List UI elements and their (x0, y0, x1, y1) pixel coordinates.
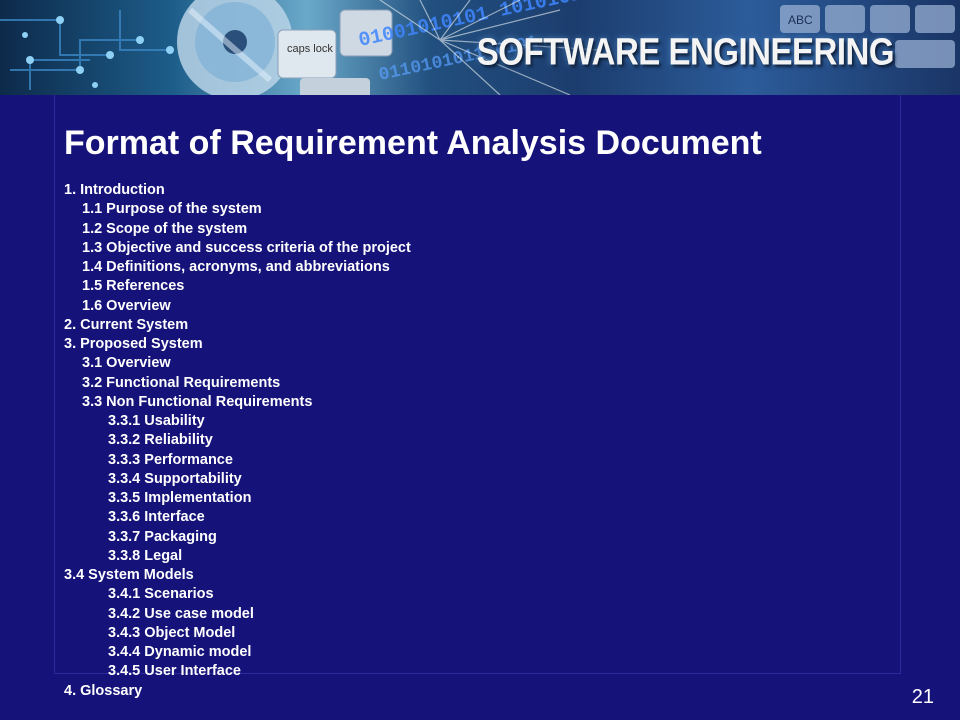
page-number: 21 (911, 686, 934, 708)
toc-item: 3.3.3 Performance (108, 451, 233, 468)
toc-item: 1.4 Definitions, acronyms, and abbreviat… (82, 259, 390, 275)
slide-title: Format of Requirement Analysis Document (64, 124, 762, 162)
toc-item: 3.4.3 Object Model (108, 624, 236, 641)
toc-item: 3.1 Overview (82, 355, 171, 372)
toc-item: 1.2 Scope of the system (82, 220, 248, 237)
toc-item: 3.3.1 Usability (108, 413, 205, 429)
svg-text:caps lock: caps lock (287, 43, 333, 55)
toc-item: 3.3 Non Functional Requirements (82, 393, 313, 410)
toc-item: 3.3.8 Legal (108, 547, 183, 564)
toc-item: 3.4.1 Scenarios (108, 586, 214, 603)
toc-item: 3.3.2 Reliability (108, 432, 213, 449)
toc-item: 1.3 Objective and success criteria of th… (82, 239, 411, 256)
toc-item: 3.3.5 Implementation (108, 490, 252, 506)
toc-item: 2. Current System (64, 316, 189, 333)
svg-text:ABC: ABC (788, 13, 813, 27)
toc-item: 3. Proposed System (64, 336, 203, 352)
toc-item: 1.1 Purpose of the system (82, 201, 262, 218)
cd-disc-graphic (177, 0, 293, 95)
toc-item: 1.6 Overview (82, 297, 171, 314)
header-banner: caps lock 01001010101 10101010 01010 011… (0, 0, 960, 95)
toc-item: 1.5 References (82, 278, 185, 295)
toc-item: 3.3.7 Packaging (108, 528, 217, 545)
table-of-contents: 1. Introduction 1.1 Purpose of the syste… (64, 181, 411, 701)
toc-item: 3.4.2 Use case model (108, 605, 254, 622)
toc-item: 3.4 System Models (64, 567, 194, 583)
toc-item: 3.4.4 Dynamic model (108, 644, 252, 660)
toc-item: 3.4.5 User Interface (108, 663, 241, 680)
toc-item: 4. Glossary (64, 682, 143, 699)
toc-item: 1. Introduction (64, 182, 165, 198)
toc-item: 3.2 Functional Requirements (82, 374, 281, 391)
banner-title: SOFTWARE ENGINEERING (476, 30, 895, 73)
toc-item: 3.3.6 Interface (108, 509, 205, 526)
toc-item: 3.3.4 Supportability (108, 470, 242, 487)
